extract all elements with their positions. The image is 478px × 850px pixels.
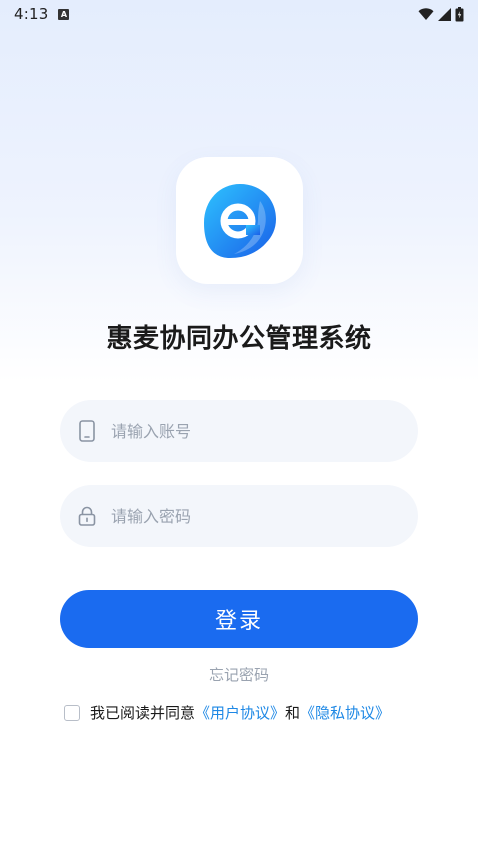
forgot-password-link[interactable]: 忘记密码 xyxy=(0,664,478,685)
agreement-connector: 和 xyxy=(285,704,301,722)
app-logo xyxy=(176,157,303,284)
app-title: 惠麦协同办公管理系统 xyxy=(106,324,372,354)
agreement-checkbox[interactable] xyxy=(64,704,80,721)
wifi-icon xyxy=(418,7,434,20)
agreement-row: 我已阅读并同意 《用户协议》 和 《隐私协议》 xyxy=(64,702,390,723)
battery-icon xyxy=(455,6,464,21)
lock-icon xyxy=(77,505,97,527)
app-logo-icon xyxy=(203,183,276,258)
login-button[interactable]: 登录 xyxy=(60,590,418,648)
phone-icon xyxy=(77,420,97,442)
account-field[interactable] xyxy=(60,400,418,462)
status-time: 4:13 xyxy=(14,5,49,23)
user-agreement-link[interactable]: 《用户协议》 xyxy=(195,702,285,723)
account-input[interactable] xyxy=(109,420,393,442)
agreement-prefix: 我已阅读并同意 xyxy=(90,704,196,722)
notification-icon: A xyxy=(58,8,70,20)
status-right xyxy=(418,6,464,22)
status-bar: 4:13 A xyxy=(0,0,478,28)
signal-icon xyxy=(438,7,451,21)
password-input[interactable] xyxy=(109,505,393,527)
status-left: 4:13 A xyxy=(14,5,70,23)
privacy-policy-link[interactable]: 《隐私协议》 xyxy=(300,702,390,723)
password-field[interactable] xyxy=(60,485,418,547)
